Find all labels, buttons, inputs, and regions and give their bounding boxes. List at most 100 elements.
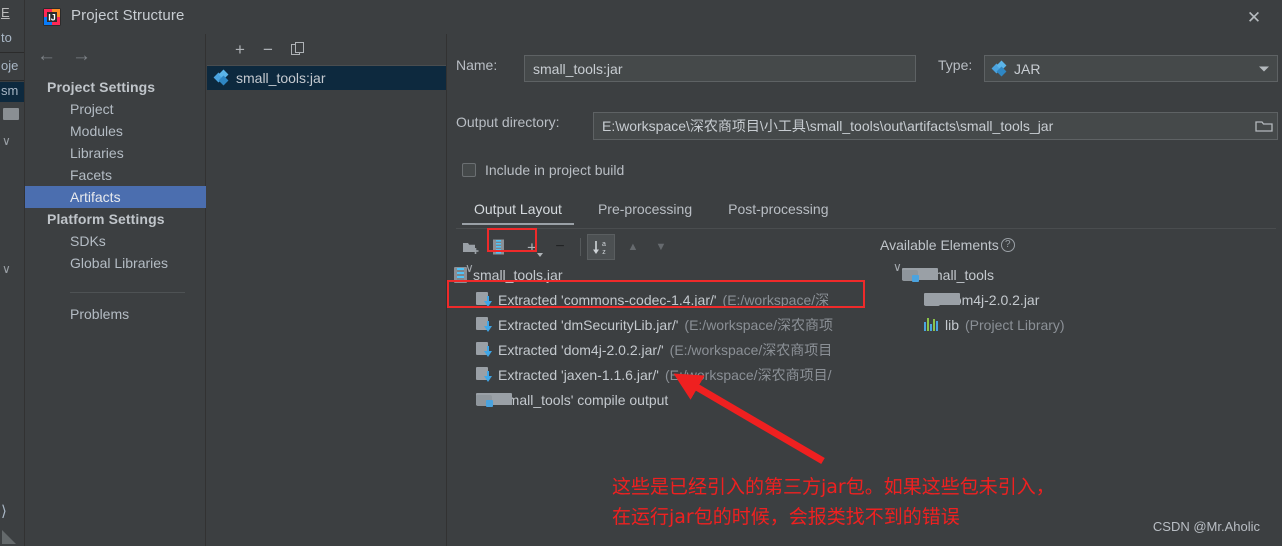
background-ide-sliver: E to oje sm ∨ ∨ ⟩ bbox=[0, 0, 24, 546]
sidebar-item-facets[interactable]: Facets bbox=[25, 164, 206, 186]
include-in-project-build-label: Include in project build bbox=[485, 162, 625, 178]
ide-divider-3 bbox=[0, 80, 24, 81]
ide-toolbar-strip: to bbox=[0, 26, 24, 48]
nav-arrow-group: ← → bbox=[25, 40, 206, 70]
ide-chevron-right-icon[interactable]: ⟩ bbox=[1, 502, 7, 520]
copy-artifact-button[interactable] bbox=[290, 42, 306, 57]
tab-pre-processing[interactable]: Pre-processing bbox=[580, 197, 710, 225]
dropdown-caret-icon bbox=[537, 253, 543, 257]
create-archive-icon[interactable] bbox=[484, 234, 512, 260]
add-artifact-button[interactable]: + bbox=[235, 41, 245, 58]
sidebar-item-project[interactable]: Project bbox=[25, 98, 206, 120]
artifact-jar-icon bbox=[213, 69, 229, 86]
table-row[interactable]: Extracted 'dmSecurityLib.jar/' (E:/works… bbox=[454, 312, 884, 337]
create-directory-icon[interactable] bbox=[456, 234, 484, 260]
svg-text:a: a bbox=[602, 241, 606, 248]
tree-root-label: small_tools.jar bbox=[473, 266, 563, 283]
ide-chevron-icon-1[interactable]: ∨ bbox=[2, 134, 11, 148]
table-row[interactable]: Extracted 'dom4j-2.0.2.jar/' (E:/workspa… bbox=[454, 337, 884, 362]
list-item[interactable]: lib (Project Library) bbox=[880, 312, 1280, 337]
move-up-button: ▲ bbox=[627, 241, 639, 253]
name-label: Name: bbox=[456, 57, 498, 73]
sidebar-item-artifacts[interactable]: Artifacts bbox=[25, 186, 206, 208]
tab-output-layout[interactable]: Output Layout bbox=[456, 197, 580, 225]
project-structure-dialog: IJ Project Structure ✕ ← → Project Setti… bbox=[24, 0, 1282, 546]
checkbox-box bbox=[462, 163, 476, 177]
type-label: Type: bbox=[938, 57, 973, 73]
dialog-title: Project Structure bbox=[71, 7, 185, 24]
folder-browse-icon[interactable] bbox=[1255, 119, 1273, 133]
artifact-name: small_tools:jar bbox=[236, 70, 326, 86]
toolbar-separator bbox=[580, 238, 581, 256]
artifact-name-input[interactable] bbox=[524, 55, 916, 82]
artifact-type-dropdown[interactable]: JAR bbox=[984, 55, 1278, 82]
ide-menu-fragment[interactable]: E bbox=[1, 5, 10, 20]
remove-artifact-button[interactable]: − bbox=[263, 41, 273, 58]
sort-az-icon[interactable]: a z bbox=[587, 234, 615, 260]
sidebar-divider bbox=[70, 292, 185, 293]
extracted-entry-path: (E:/workspace/深农商项目/ bbox=[664, 366, 832, 383]
forward-arrow-icon[interactable]: → bbox=[72, 46, 91, 65]
artifact-type-value: JAR bbox=[1014, 60, 1041, 77]
intellij-idea-icon: IJ bbox=[43, 8, 61, 26]
available-entry-suffix: (Project Library) bbox=[965, 316, 1065, 333]
library-icon bbox=[924, 318, 939, 331]
list-item[interactable]: small_tools:jar bbox=[207, 66, 446, 90]
sidebar-item-sdks[interactable]: SDKs bbox=[25, 230, 206, 252]
ide-fragment-oje: oje bbox=[1, 58, 19, 73]
sidebar-item-problems[interactable]: Problems bbox=[25, 303, 206, 325]
dialog-titlebar: IJ Project Structure ✕ bbox=[25, 0, 1282, 34]
compile-output-label: 'small_tools' compile output bbox=[498, 391, 669, 408]
module-icon bbox=[902, 268, 938, 282]
table-row[interactable]: Extracted 'commons-codec-1.4.jar/' (E:/w… bbox=[454, 287, 884, 312]
remove-element-button: − bbox=[555, 238, 565, 255]
output-directory-field[interactable]: E:\workspace\深农商项目\小工具\small_tools\out\a… bbox=[593, 112, 1278, 140]
table-row[interactable]: 'small_tools' compile output bbox=[454, 387, 884, 412]
available-entry-label: dom4j-2.0.2.jar bbox=[946, 291, 1040, 308]
ide-resize-corner[interactable] bbox=[2, 530, 16, 544]
ide-fragment-to: to bbox=[1, 30, 12, 45]
plus-icon: + bbox=[527, 237, 537, 257]
help-icon[interactable]: ? bbox=[1000, 238, 1015, 252]
ide-fragment-sm: sm bbox=[1, 83, 19, 98]
tree-row-root[interactable]: small_tools.jar bbox=[454, 262, 884, 287]
jar-artifact-icon bbox=[991, 60, 1007, 76]
name-field-row: Name: bbox=[456, 57, 497, 73]
available-entry-label: lib bbox=[945, 316, 960, 333]
sidebar-item-global-libraries[interactable]: Global Libraries bbox=[25, 252, 206, 274]
close-icon[interactable]: ✕ bbox=[1234, 4, 1274, 30]
settings-nav-panel: ← → Project Settings Project Modules Lib… bbox=[25, 34, 206, 546]
add-copy-of-button[interactable]: + bbox=[518, 234, 546, 260]
type-field-row: Type: bbox=[938, 57, 972, 73]
sidebar-item-libraries[interactable]: Libraries bbox=[25, 142, 206, 164]
expand-module-chevron-icon[interactable]: ∨ bbox=[465, 261, 474, 275]
annotation-line-1: 这些是已经引入的第三方jar包。如果这些包未引入， bbox=[612, 476, 1055, 498]
extracted-entry-label: Extracted 'dmSecurityLib.jar/' bbox=[498, 316, 679, 333]
extracted-icon bbox=[476, 317, 492, 332]
extracted-entry-label: Extracted 'dom4j-2.0.2.jar/' bbox=[498, 341, 664, 358]
extracted-entry-path: (E:/workspace/深 bbox=[722, 291, 830, 308]
extracted-icon bbox=[476, 367, 492, 382]
tree-row-module[interactable]: small_tools bbox=[880, 262, 1280, 287]
available-elements-tree: small_tools dom4j-2.0.2.jar lib (Project… bbox=[880, 262, 1280, 337]
tabs-divider bbox=[456, 228, 1276, 229]
watermark: CSDN @Mr.Aholic bbox=[1152, 519, 1260, 534]
table-row[interactable]: Extracted 'jaxen-1.1.6.jar/' (E:/workspa… bbox=[454, 362, 884, 387]
output-layout-tree: small_tools.jar Extracted 'commons-codec… bbox=[454, 262, 884, 412]
group-header-project-settings: Project Settings bbox=[47, 79, 156, 95]
sidebar-item-modules[interactable]: Modules bbox=[25, 120, 206, 142]
extracted-entry-label: Extracted 'jaxen-1.1.6.jar/' bbox=[498, 366, 659, 383]
artifacts-list: small_tools:jar bbox=[207, 66, 446, 90]
output-layout-toolbar: + − a z ▲ ▼ bbox=[456, 232, 675, 262]
list-item[interactable]: dom4j-2.0.2.jar bbox=[880, 287, 1280, 312]
back-arrow-icon[interactable]: ← bbox=[37, 46, 56, 65]
include-in-project-build-checkbox[interactable]: Include in project build bbox=[462, 162, 624, 178]
extracted-entry-label: Extracted 'commons-codec-1.4.jar/' bbox=[498, 291, 717, 308]
chevron-down-icon bbox=[1259, 66, 1269, 71]
ide-menu-strip: E bbox=[0, 0, 24, 26]
ide-selected-tree-row[interactable]: sm bbox=[0, 82, 24, 102]
tab-post-processing[interactable]: Post-processing bbox=[710, 197, 846, 225]
available-elements-header: Available Elements ? bbox=[880, 232, 1015, 258]
collapse-root-chevron-icon[interactable]: ∨ bbox=[893, 260, 902, 274]
ide-chevron-icon-2[interactable]: ∨ bbox=[2, 262, 11, 276]
